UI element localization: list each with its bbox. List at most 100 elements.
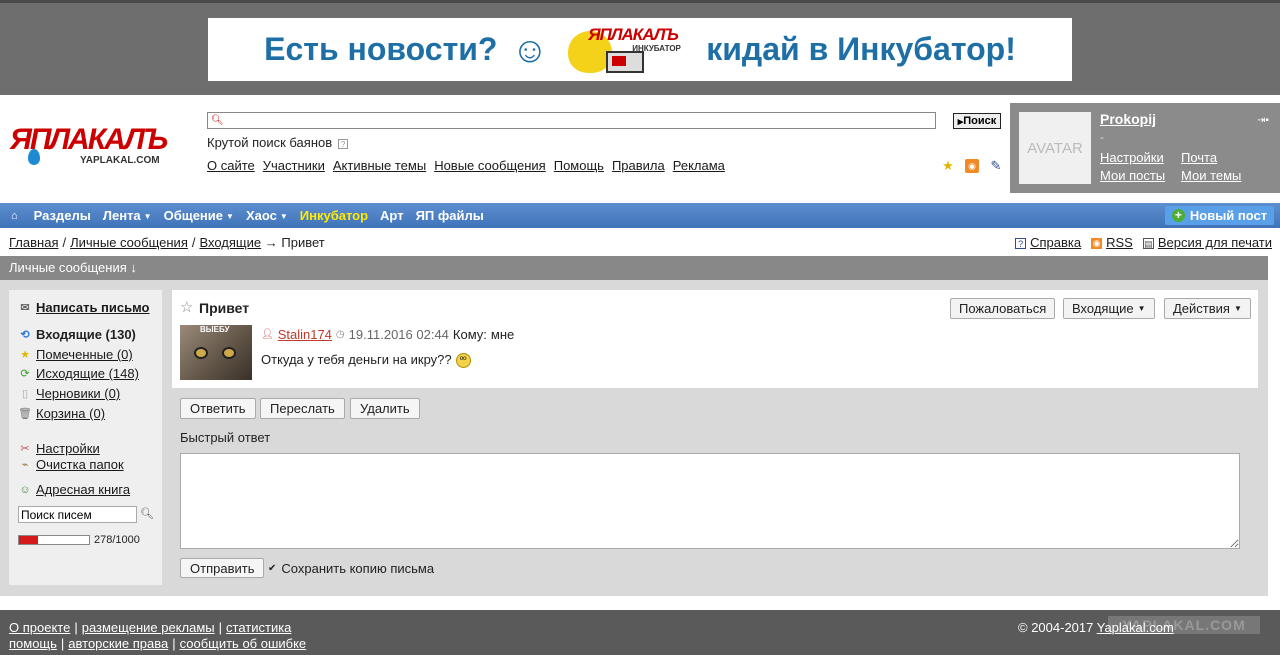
nav-incubator[interactable]: Инкубатор	[300, 208, 368, 223]
compose-link[interactable]: Написать письмо	[36, 300, 150, 315]
user-my-posts-link[interactable]: Мои посты	[1100, 168, 1165, 183]
nav-communication[interactable]: Общение ▼	[164, 208, 234, 223]
folder-outbox-link[interactable]: Исходящие (148)	[36, 366, 139, 381]
complain-button[interactable]: Пожаловаться	[950, 298, 1056, 319]
folder-dropdown-label: Входящие	[1072, 301, 1134, 316]
compose-icon: ✉	[20, 302, 30, 314]
pencil-icon[interactable]: ✎	[989, 159, 1003, 173]
footer-stats-link[interactable]: статистика	[226, 620, 291, 635]
breadcrumb: Главная / Личные сообщения / Входящие → Прив…	[9, 235, 325, 250]
breadcrumb-pm[interactable]: Личные сообщения	[70, 235, 188, 250]
smile-icon: ☺	[511, 28, 549, 70]
user-my-topics-link[interactable]: Мои темы	[1181, 168, 1241, 183]
rss-link[interactable]: RSS	[1106, 235, 1133, 250]
link-help[interactable]: Помощь	[554, 158, 604, 173]
address-book[interactable]: ☺ Адресная книга	[18, 482, 130, 497]
footer-row-1: О проекте | размещение рекламы | статистик…	[9, 620, 292, 635]
reply-label: Ответить	[190, 401, 246, 416]
nav-files[interactable]: ЯП файлы	[416, 208, 484, 223]
link-members[interactable]: Участники	[263, 158, 325, 173]
avatar-caption: ВЫЕБУ	[200, 325, 230, 334]
nav-feed[interactable]: Лента ▼	[103, 208, 152, 223]
send-label: Отправить	[190, 560, 255, 576]
logout-icon[interactable]: ⇥▪	[1257, 115, 1269, 126]
footer-help-link[interactable]: помощь	[9, 636, 57, 651]
message-card: ☆ Привет Пожаловаться Входящие ▼ Действия…	[172, 290, 1258, 388]
chevron-down-icon: ▼	[1137, 304, 1146, 313]
avatar[interactable]: AVATAR	[1019, 112, 1091, 184]
link-ads[interactable]: Реклама	[673, 158, 725, 173]
footer-site-link[interactable]: Yaplakal.com	[1097, 620, 1174, 635]
folder-starred[interactable]: ★ Помеченные (0)	[18, 347, 133, 362]
pm-cleanup[interactable]: ⌁ Очистка папок	[18, 457, 124, 472]
link-active-topics[interactable]: Активные темы	[333, 158, 426, 173]
message-date: 19.11.2016 02:44	[348, 327, 449, 342]
pm-cleanup-link[interactable]: Очистка папок	[36, 457, 124, 472]
nav-chaos[interactable]: Хаос ▼	[246, 208, 288, 223]
pm-settings[interactable]: ✂ Настройки	[18, 441, 100, 456]
folder-trash[interactable]: 🗑︎ Корзина (0)	[18, 406, 105, 421]
nav-art[interactable]: Арт	[380, 208, 404, 223]
site-logo-sub: YAPLAKAL.COM	[80, 155, 160, 166]
rss-icon[interactable]: ◉	[965, 159, 979, 173]
link-about[interactable]: О сайте	[207, 158, 255, 173]
delete-button[interactable]: Удалить	[350, 398, 420, 419]
reply-button[interactable]: Ответить	[180, 398, 256, 419]
send-button[interactable]: Отправить	[180, 558, 265, 578]
search-icon: 🔍︎	[211, 115, 224, 126]
nav-files-label: ЯП файлы	[415, 208, 484, 223]
site-search-input[interactable]	[207, 112, 936, 129]
panel-title[interactable]: Личные сообщения ↓	[0, 256, 1268, 280]
sender-avatar[interactable]: ВЫЕБУ	[180, 325, 252, 380]
sender-link[interactable]: Stalin174	[278, 327, 332, 342]
pm-settings-link[interactable]: Настройки	[36, 441, 100, 456]
star-outline-icon[interactable]: ☆	[180, 298, 193, 316]
link-rules[interactable]: Правила	[612, 158, 665, 173]
link-new-messages[interactable]: Новые сообщения	[434, 158, 546, 173]
folder-drafts-link[interactable]: Черновики (0)	[36, 386, 120, 401]
new-post-button[interactable]: + Новый пост	[1165, 206, 1274, 225]
folder-inbox[interactable]: ⟲ Входящие (130)	[18, 327, 136, 342]
user-mail-link[interactable]: Почта	[1181, 150, 1217, 165]
footer-ads-link[interactable]: размещение рекламы	[82, 620, 215, 635]
print-version-link[interactable]: Версия для печати	[1158, 235, 1272, 250]
user-settings-link[interactable]: Настройки	[1100, 150, 1164, 165]
mail-search-input[interactable]	[18, 506, 137, 523]
footer-about-link[interactable]: О проекте	[9, 620, 70, 635]
message-title: Привет	[199, 300, 250, 316]
forward-button[interactable]: Переслать	[260, 398, 345, 419]
quick-reply-textarea[interactable]	[180, 453, 1240, 549]
site-footer: О проекте | размещение рекламы | статистик…	[0, 610, 1280, 655]
save-copy-option[interactable]: ✔ Сохранить копию письма	[268, 561, 434, 576]
to-label: Кому:	[452, 327, 487, 342]
folder-dropdown[interactable]: Входящие ▼	[1063, 298, 1155, 319]
help-link[interactable]: Справка	[1030, 235, 1081, 250]
footer-copyright-link[interactable]: авторские права	[68, 636, 168, 651]
folder-drafts[interactable]: ▯ Черновики (0)	[18, 386, 120, 401]
favorites-star-icon[interactable]: ★	[941, 159, 955, 173]
save-copy-checkbox[interactable]: ✔	[268, 563, 276, 574]
help-icon[interactable]: ?	[338, 138, 349, 149]
breadcrumb-home[interactable]: Главная	[9, 235, 58, 250]
folder-outbox[interactable]: ⟳ Исходящие (148)	[18, 366, 139, 381]
printer-icon: ▤	[1142, 238, 1154, 250]
header-icons: ★ ◉ ✎	[941, 159, 1003, 173]
draft-page-icon: ▯	[21, 388, 29, 400]
folder-trash-link[interactable]: Корзина (0)	[36, 406, 105, 421]
compose-item[interactable]: ✉ Написать письмо	[18, 300, 150, 315]
footer-report-bug-link[interactable]: сообщить об ошибке	[180, 636, 307, 651]
search-button[interactable]: ▸ Поиск	[953, 113, 1001, 129]
search-icon[interactable]: 🔍︎	[140, 507, 154, 520]
folder-starred-link[interactable]: Помеченные (0)	[36, 347, 133, 362]
nav-chaos-label: Хаос	[245, 208, 277, 223]
username-link[interactable]: Prokopij	[1100, 111, 1156, 127]
actions-dropdown[interactable]: Действия ▼	[1164, 298, 1251, 319]
breadcrumb-inbox[interactable]: Входящие	[199, 235, 261, 250]
nav-sections[interactable]: Разделы	[34, 208, 91, 223]
copyright-text: © 2004-2017	[1018, 620, 1094, 635]
home-icon[interactable]: ⌂	[11, 210, 18, 222]
address-book-link[interactable]: Адресная книга	[36, 482, 130, 497]
site-logo[interactable]: ЯПЛАКАЛЪ YAPLAKAL.COM	[10, 125, 190, 167]
banner-logo-text: ЯПЛАКАЛЪ	[588, 24, 679, 44]
incubator-banner[interactable]: Есть новости? ☺ ЯПЛАКАЛЪ ИНКУБАТОР кидай…	[208, 18, 1072, 81]
